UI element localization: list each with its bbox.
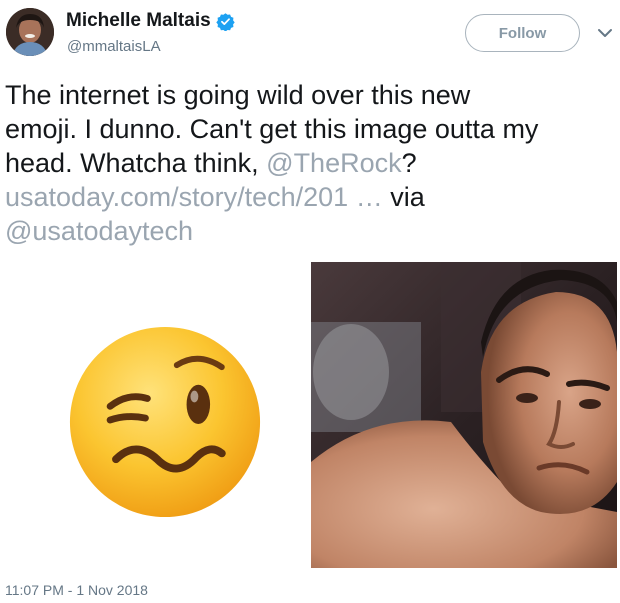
follow-button[interactable]: Follow [465, 14, 580, 52]
tweet-text-segment: ? [401, 148, 417, 178]
user-avatar [6, 8, 54, 56]
chevron-down-icon[interactable] [597, 27, 613, 39]
tweet-line: usatoday.com/story/tech/201 … via [5, 180, 617, 214]
via-text: via [390, 182, 425, 212]
author-handle[interactable]: @mmaltaisLA [67, 38, 161, 55]
tweet-line: emoji. I dunno. Can't get this image out… [5, 114, 539, 144]
author-name[interactable]: Michelle Maltais [66, 10, 235, 32]
link-ellipsis: … [348, 182, 391, 212]
tweet: Michelle Maltais @mmaltaisLA Follow The … [0, 0, 620, 603]
tweet-line: head. Whatcha think, @TheRock? [5, 146, 617, 180]
tweet-timestamp[interactable]: 11:07 PM - 1 Nov 2018 [5, 582, 148, 598]
via-mention-link[interactable]: @usatodaytech [5, 216, 193, 246]
woozy-face-emoji[interactable] [64, 324, 266, 520]
article-link[interactable]: usatoday.com/story/tech/201 [5, 182, 348, 212]
the-rock-raised-eyebrow-photo[interactable] [311, 262, 617, 568]
tweet-text-segment: head. Whatcha think, [5, 148, 267, 178]
tweet-line: The internet is going wild over this new [5, 80, 471, 110]
tweet-text: The internet is going wild over this new… [5, 78, 617, 248]
verified-badge-icon [215, 12, 235, 31]
author-display-name[interactable]: Michelle Maltais [66, 10, 211, 32]
tweet-line: @usatodaytech [5, 214, 617, 248]
mention-link[interactable]: @TheRock [266, 148, 401, 178]
author-avatar[interactable] [6, 8, 54, 56]
tweet-media [0, 262, 620, 568]
